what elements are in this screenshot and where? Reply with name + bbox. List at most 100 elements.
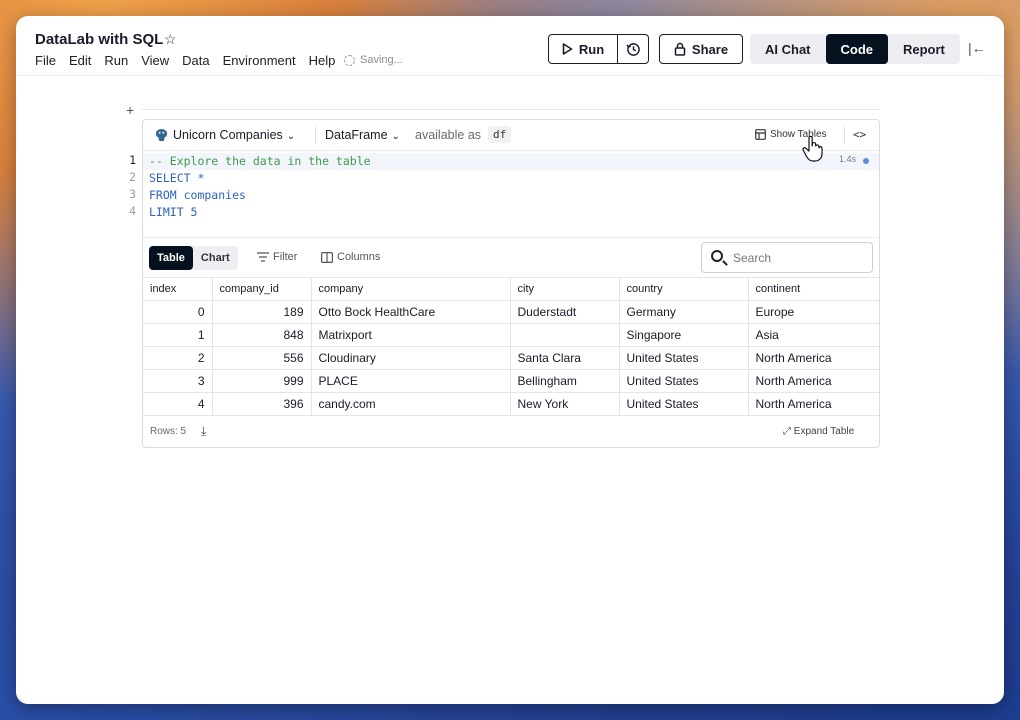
table-footer: Rows: 5 ⤓ ⤢ Expand Table [143, 424, 879, 448]
table-cell: PLACE [311, 369, 511, 393]
header-separator [844, 127, 845, 144]
table-cell: 189 [212, 300, 312, 324]
code-text: LIMIT 5 [149, 205, 198, 219]
line-number: 3 [129, 187, 136, 201]
expand-table-label: Expand Table [793, 426, 855, 437]
table-cell: 396 [212, 392, 312, 416]
table-row: 4 396 candy.com New York United States N… [143, 392, 879, 416]
app-window: DataLab with SQL ☆ File Edit Run View Da… [16, 16, 1004, 704]
code-line: 1 -- Explore the data in the table 1.4s [129, 153, 879, 170]
output-type-select[interactable]: DataFrame ⌄ [325, 128, 400, 142]
add-cell-icon[interactable]: + [126, 102, 134, 118]
results-table: index company_id company city country co… [143, 277, 879, 416]
column-header[interactable]: city [510, 277, 620, 301]
table-cell: United States [619, 346, 749, 370]
menu-edit[interactable]: Edit [69, 53, 91, 68]
status-dot [863, 158, 869, 164]
table-header-row: index company_id company city country co… [143, 277, 879, 301]
header-separator [315, 127, 316, 144]
lock-icon [674, 42, 686, 56]
table-cell: United States [619, 392, 749, 416]
line-number: 1 [129, 153, 136, 167]
table-cell: 848 [212, 323, 312, 347]
notebook-title[interactable]: DataLab with SQL [35, 31, 163, 48]
code-editor[interactable]: 1 -- Explore the data in the table 1.4s … [129, 153, 879, 235]
expand-table-button[interactable]: ⤢ Expand Table [783, 426, 854, 437]
table-cell: Matrixport [311, 323, 511, 347]
table-cell: North America [748, 392, 879, 416]
save-status-text: Saving... [360, 54, 403, 66]
table-cell: North America [748, 369, 879, 393]
column-header[interactable]: company [311, 277, 511, 301]
menu-file[interactable]: File [35, 53, 56, 68]
code-text: -- Explore the data in the table [149, 154, 371, 168]
table-row: 1 848 Matrixport Singapore Asia [143, 323, 879, 347]
result-toolbar: Table Chart Filter Columns Search [143, 237, 879, 277]
table-cell: candy.com [311, 392, 511, 416]
run-label: Run [578, 41, 605, 57]
save-status: Saving... [344, 54, 403, 66]
table-cell: North America [748, 346, 879, 370]
column-header[interactable]: company_id [212, 277, 312, 301]
filter-icon [257, 252, 269, 262]
menu-run[interactable]: Run [104, 53, 128, 68]
output-type-label: DataFrame [325, 128, 388, 142]
result-tabs: Table Chart [149, 246, 238, 270]
history-icon [625, 42, 640, 56]
postgres-icon [155, 128, 168, 142]
columns-icon [321, 251, 333, 263]
table-cell: 0 [143, 300, 213, 324]
run-history-button[interactable] [617, 34, 649, 64]
table-cell: Asia [748, 323, 879, 347]
row-count: Rows: 5 [150, 426, 187, 437]
menu-view[interactable]: View [141, 53, 169, 68]
table-cell: 556 [212, 346, 312, 370]
table-cell: Santa Clara [510, 346, 620, 370]
download-icon[interactable]: ⤓ [201, 424, 206, 439]
mode-ai-chat[interactable]: AI Chat [750, 34, 826, 64]
code-text: FROM companies [149, 188, 246, 202]
column-header[interactable]: index [143, 277, 213, 301]
mode-code[interactable]: Code [825, 34, 888, 64]
filter-button[interactable]: Filter [257, 251, 297, 263]
collapse-panel-icon[interactable]: |← [968, 40, 986, 56]
columns-button[interactable]: Columns [321, 251, 380, 263]
table-cell: 1 [143, 323, 213, 347]
search-icon [711, 250, 723, 262]
column-header[interactable]: country [619, 277, 749, 301]
table-cell: Singapore [619, 323, 749, 347]
table-cell: 2 [143, 346, 213, 370]
search-input[interactable]: Search [701, 242, 873, 273]
table-row: 0 189 Otto Bock HealthCare Duderstadt Ge… [143, 300, 879, 324]
columns-label: Columns [337, 251, 381, 263]
spinner-icon [344, 54, 355, 66]
tab-table[interactable]: Table [149, 246, 193, 270]
code-toggle-icon[interactable]: <> [853, 128, 866, 141]
menu-data[interactable]: Data [182, 53, 209, 68]
sql-cell: Unicorn Companies ⌄ DataFrame ⌄ available … [129, 119, 880, 448]
run-button[interactable]: Run [548, 34, 618, 64]
column-header[interactable]: continent [748, 277, 879, 301]
table-cell: United States [619, 369, 749, 393]
variable-name-field[interactable]: df [488, 126, 512, 143]
star-icon[interactable]: ☆ [164, 31, 177, 48]
table-cell: Otto Bock HealthCare [311, 300, 511, 324]
code-line: 2 SELECT * [129, 170, 879, 187]
code-line: 4 LIMIT 5 [129, 204, 879, 221]
line-number: 4 [129, 204, 136, 218]
menu-environment[interactable]: Environment [223, 53, 296, 68]
table-cell: Europe [748, 300, 879, 324]
available-as-label: available as [415, 128, 482, 142]
tab-chart[interactable]: Chart [193, 246, 238, 270]
share-button[interactable]: Share [659, 34, 743, 64]
table-cell: 4 [143, 392, 213, 416]
table-cell [510, 323, 620, 347]
menu-help[interactable]: Help [309, 53, 336, 68]
chevron-down-icon: ⌄ [391, 131, 400, 142]
table-cell: Germany [619, 300, 749, 324]
table-cell: Duderstadt [510, 300, 620, 324]
mode-report[interactable]: Report [888, 34, 960, 64]
cell-header: Unicorn Companies ⌄ DataFrame ⌄ available … [143, 120, 879, 151]
chevron-down-icon: ⌄ [286, 131, 296, 142]
data-source-select[interactable]: Unicorn Companies ⌄ [173, 128, 295, 142]
